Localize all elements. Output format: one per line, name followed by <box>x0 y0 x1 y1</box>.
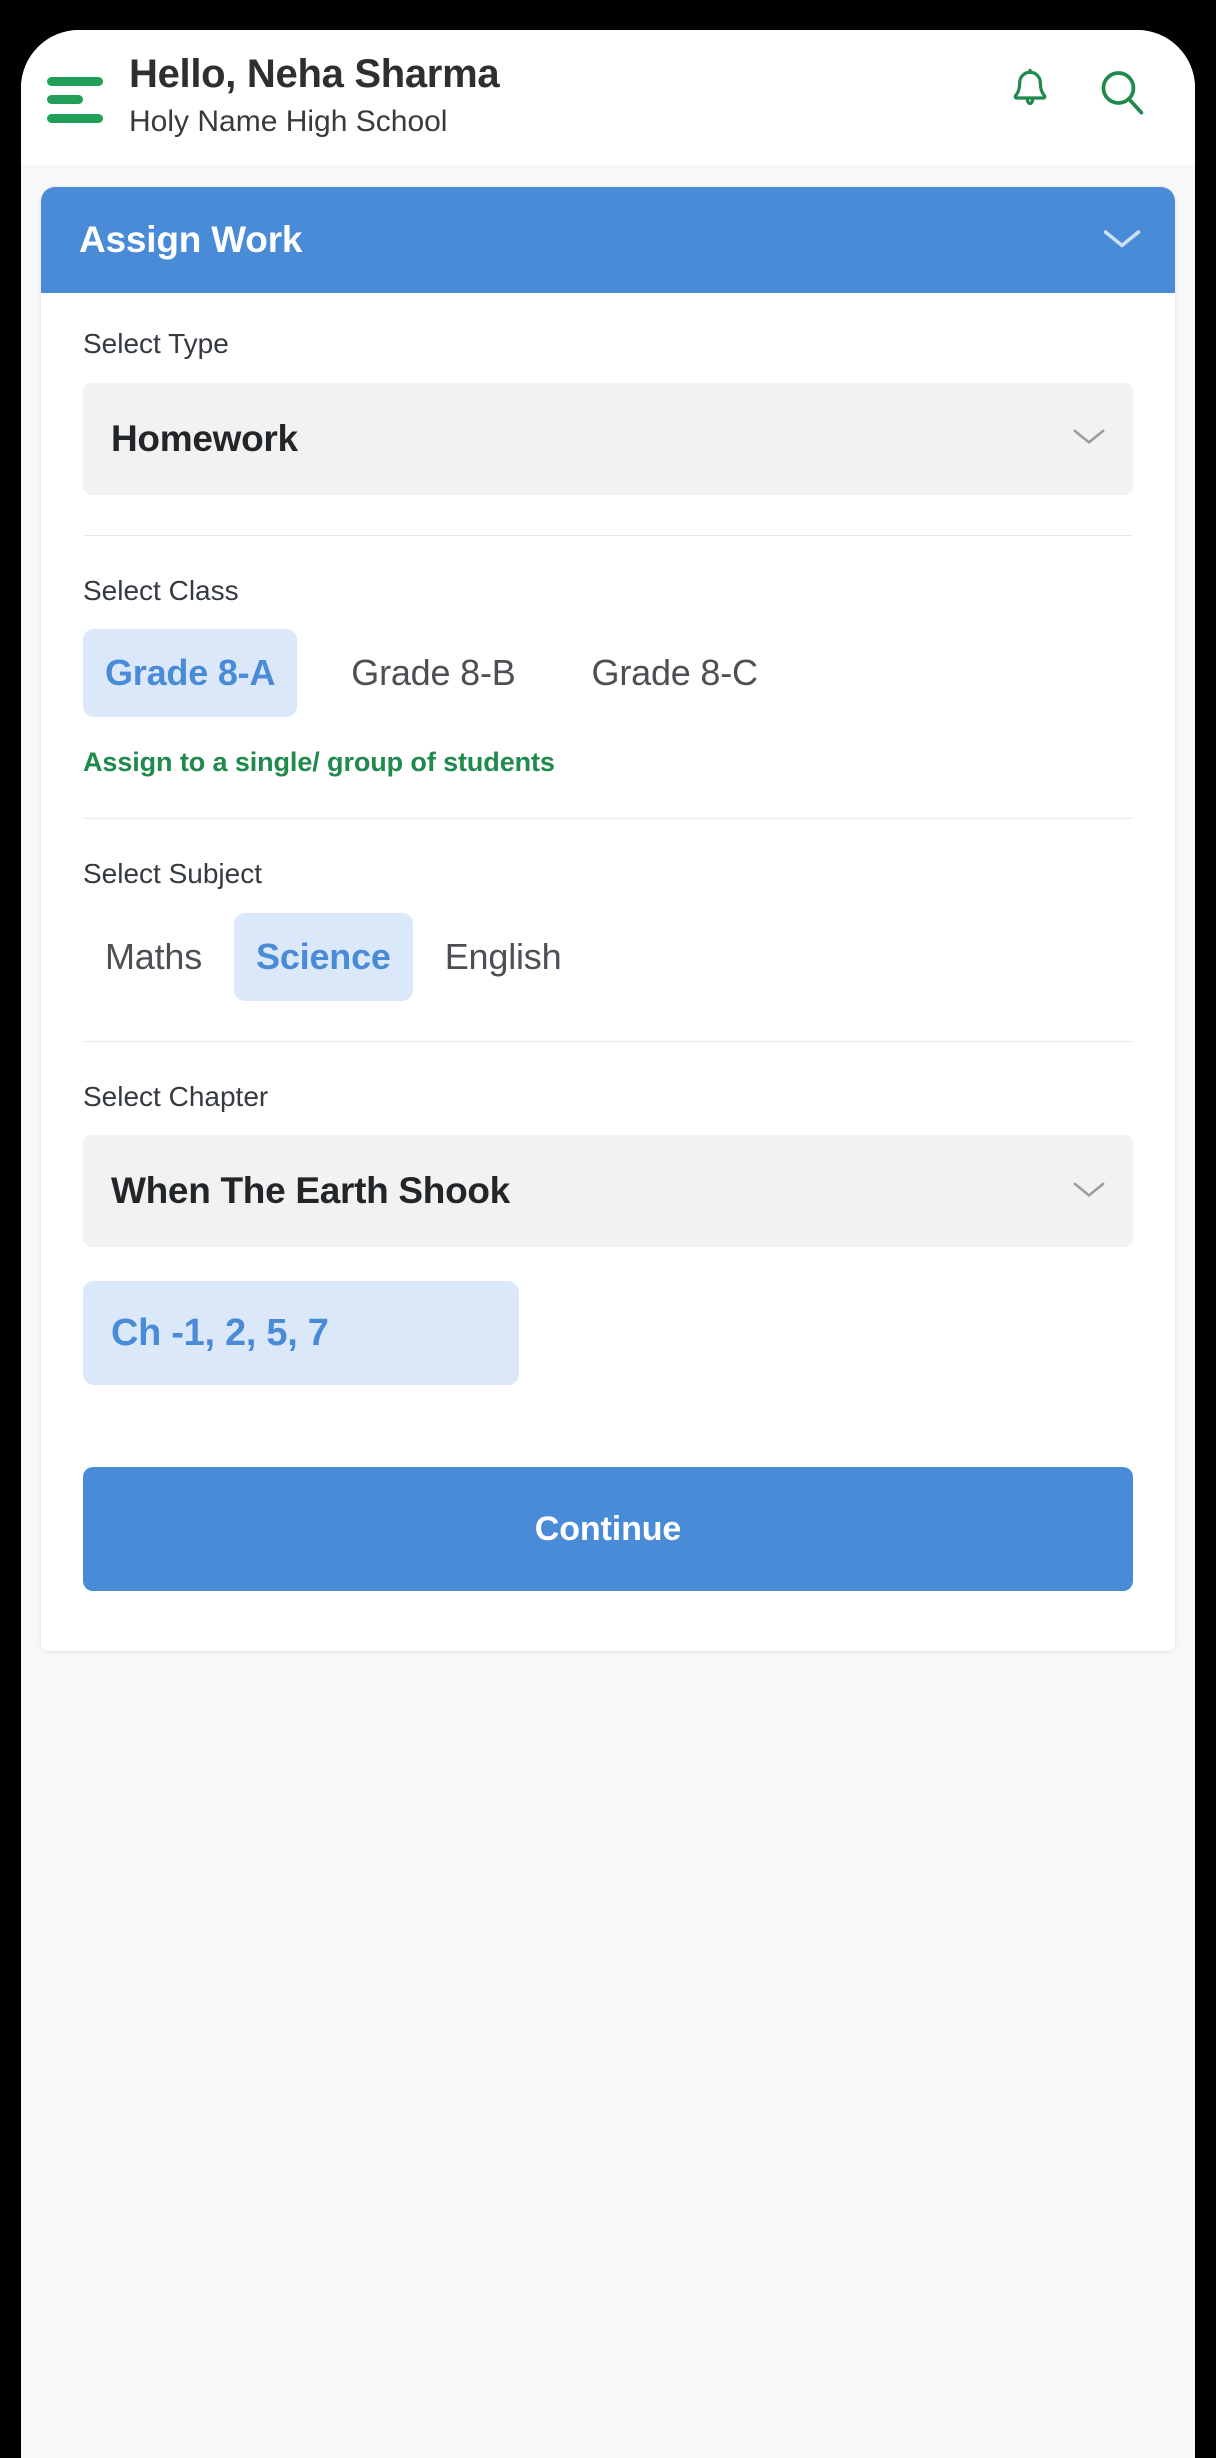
continue-button[interactable]: Continue <box>83 1467 1133 1592</box>
header-text-group: Hello, Neha Sharma Holy Name High School <box>129 52 1001 144</box>
class-option-row: Grade 8-A Grade 8-B Grade 8-C <box>83 629 1133 718</box>
select-type-section: Select Type Homework <box>83 327 1133 495</box>
select-class-section: Select Class Grade 8-A Grade 8-B Grade 8… <box>83 574 1133 779</box>
subject-option-english[interactable]: English <box>423 913 584 1001</box>
continue-button-wrap: Continue <box>83 1385 1133 1592</box>
subject-option-row: Maths Science English <box>83 912 1133 1001</box>
select-chapter-value: When The Earth Shook <box>111 1170 510 1212</box>
select-subject-label: Select Subject <box>83 858 262 890</box>
assign-to-students-link[interactable]: Assign to a single/ group of students <box>83 747 1133 778</box>
select-type-dropdown[interactable]: Homework <box>83 382 1133 495</box>
subject-option-maths[interactable]: Maths <box>83 913 224 1001</box>
page-body: Assign Work Select Type Homework Select … <box>21 165 1195 2458</box>
chapter-tag-prefix: Ch - <box>111 1311 184 1354</box>
assign-work-card: Assign Work Select Type Homework Select … <box>41 187 1175 1652</box>
class-option-grade-8-a[interactable]: Grade 8-A <box>83 629 298 718</box>
select-chapter-label: Select Chapter <box>83 1080 269 1112</box>
divider <box>83 534 1133 536</box>
assign-work-card-header[interactable]: Assign Work <box>41 187 1175 293</box>
select-chapter-dropdown[interactable]: When The Earth Shook <box>83 1135 1133 1248</box>
bell-icon <box>1007 68 1053 123</box>
notifications-button[interactable] <box>1001 67 1059 125</box>
header-actions <box>1001 67 1151 125</box>
app-header: Hello, Neha Sharma Holy Name High School <box>21 30 1195 165</box>
class-option-grade-8-c[interactable]: Grade 8-C <box>570 629 780 717</box>
hamburger-line-middle <box>47 95 83 104</box>
divider <box>83 818 1133 820</box>
chevron-down-icon[interactable] <box>1101 225 1143 256</box>
card-title: Assign Work <box>79 219 303 260</box>
divider <box>83 1040 1133 1042</box>
select-type-value: Homework <box>111 417 298 459</box>
chevron-down-icon <box>1071 1178 1107 1205</box>
chevron-down-icon <box>1071 425 1107 452</box>
selected-chapters-tag[interactable]: Ch - 1, 2, 5, 7 <box>83 1281 519 1386</box>
class-option-grade-8-b[interactable]: Grade 8-B <box>329 629 537 717</box>
greeting-title: Hello, Neha Sharma <box>129 51 500 96</box>
hamburger-line-bottom <box>47 113 103 123</box>
phone-frame: Hello, Neha Sharma Holy Name High School <box>21 30 1195 2458</box>
select-chapter-section: Select Chapter When The Earth Shook Ch -… <box>83 1080 1133 1386</box>
subject-option-science[interactable]: Science <box>234 912 413 1001</box>
chapter-tag-numbers: 1, 2, 5, 7 <box>183 1311 329 1354</box>
select-subject-section: Select Subject Maths Science English <box>83 857 1133 1001</box>
hamburger-menu-icon[interactable] <box>47 76 103 123</box>
assign-work-card-body: Select Type Homework Select Class Grade … <box>41 293 1175 1651</box>
search-icon <box>1097 68 1147 123</box>
hamburger-line-top <box>47 76 103 86</box>
select-class-label: Select Class <box>83 574 239 606</box>
select-type-label: Select Type <box>83 328 229 359</box>
school-name: Holy Name High School <box>129 105 448 139</box>
card-bottom-spacer <box>83 1591 1133 1651</box>
search-button[interactable] <box>1093 67 1151 125</box>
